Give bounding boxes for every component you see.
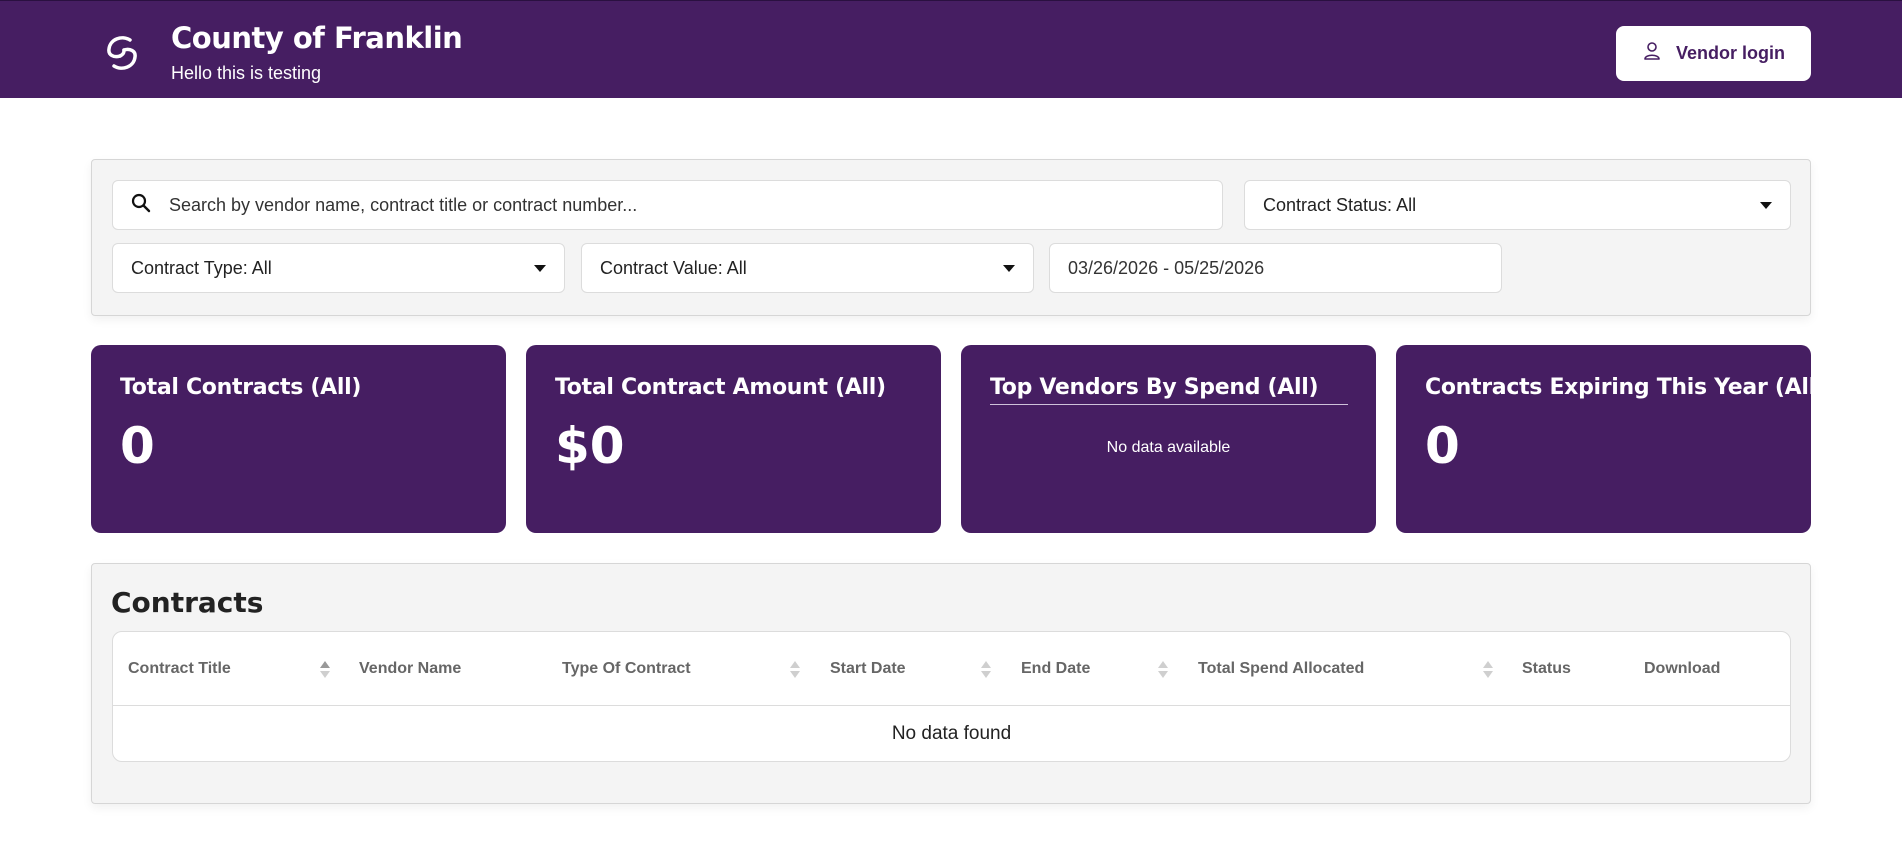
- user-icon: [1642, 41, 1662, 66]
- column-download[interactable]: Download: [1644, 632, 1720, 706]
- table-empty-row: No data found: [891, 723, 1012, 744]
- column-vendor-name[interactable]: Vendor Name: [359, 632, 461, 706]
- card-title: Total Contracts (All): [120, 375, 362, 400]
- contract-type-value: Contract Type: All: [131, 257, 272, 278]
- card-value: 0: [1425, 417, 1460, 475]
- column-status[interactable]: Status: [1522, 632, 1571, 706]
- card-title-underline: [990, 404, 1348, 405]
- date-range-value: 03/26/2026 - 05/25/2026: [1068, 257, 1265, 278]
- table-header: Contract Title Vendor Name Type Of Contr…: [113, 632, 1790, 706]
- date-range-input[interactable]: 03/26/2026 - 05/25/2026: [1049, 243, 1502, 293]
- card-empty-text: No data available: [1106, 439, 1231, 456]
- total-contract-amount-card: Total Contract Amount (All) $0: [526, 345, 941, 533]
- column-start-date[interactable]: Start Date: [830, 632, 906, 706]
- org-name: County of Franklin: [171, 21, 463, 55]
- sort-icon[interactable]: [1483, 661, 1493, 679]
- vendor-login-label: Vendor login: [1675, 43, 1785, 63]
- card-title: Top Vendors By Spend (All): [990, 375, 1319, 400]
- contracts-section: Contracts Contract Title Vendor Name Typ…: [91, 563, 1811, 804]
- contracts-expiring-card: Contracts Expiring This Year (All) 0: [1396, 345, 1826, 533]
- sort-icon[interactable]: [790, 661, 800, 679]
- search-placeholder: Search by vendor name, contract title or…: [169, 194, 638, 215]
- contract-status-select[interactable]: Contract Status: All: [1244, 180, 1791, 230]
- vendor-login-button[interactable]: Vendor login: [1616, 26, 1811, 81]
- contracts-table: Contract Title Vendor Name Type Of Contr…: [112, 631, 1791, 762]
- sort-icon[interactable]: [981, 661, 991, 679]
- card-title: Total Contract Amount (All): [555, 375, 886, 400]
- contract-value-select[interactable]: Contract Value: All: [581, 243, 1034, 293]
- card-value: 0: [120, 417, 155, 475]
- total-contracts-card: Total Contracts (All) 0: [91, 345, 506, 533]
- column-type-of-contract[interactable]: Type Of Contract: [562, 632, 691, 706]
- filter-panel: Search by vendor name, contract title or…: [91, 159, 1811, 316]
- column-contract-title[interactable]: Contract Title: [128, 632, 231, 706]
- contract-value-value: Contract Value: All: [600, 257, 747, 278]
- search-input[interactable]: Search by vendor name, contract title or…: [112, 180, 1223, 230]
- column-total-spend-allocated[interactable]: Total Spend Allocated: [1198, 632, 1364, 706]
- contract-status-value: Contract Status: All: [1263, 194, 1417, 215]
- caret-down-icon: [1003, 264, 1015, 272]
- sort-icon[interactable]: [320, 661, 330, 679]
- caret-down-icon: [1760, 201, 1772, 209]
- sort-icon[interactable]: [1158, 661, 1168, 679]
- top-vendors-card: Top Vendors By Spend (All) No data avail…: [961, 345, 1376, 533]
- card-value: $0: [555, 417, 625, 475]
- org-subtitle: Hello this is testing: [171, 63, 322, 83]
- contract-type-select[interactable]: Contract Type: All: [112, 243, 565, 293]
- caret-down-icon: [534, 264, 546, 272]
- logo-icon: [100, 31, 144, 75]
- search-icon: [131, 193, 151, 218]
- card-title: Contracts Expiring This Year (All): [1425, 375, 1826, 400]
- column-end-date[interactable]: End Date: [1021, 632, 1090, 706]
- section-title: Contracts: [111, 586, 264, 619]
- app-header: County of Franklin Hello this is testing…: [0, 0, 1902, 98]
